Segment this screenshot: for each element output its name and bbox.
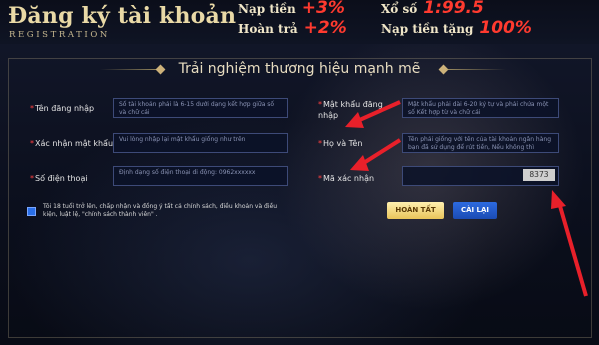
arrow-to-captcha (551, 190, 588, 297)
arrow-to-fullname (350, 138, 402, 171)
arrow-to-password (345, 100, 401, 128)
annotation-arrows (345, 100, 588, 297)
